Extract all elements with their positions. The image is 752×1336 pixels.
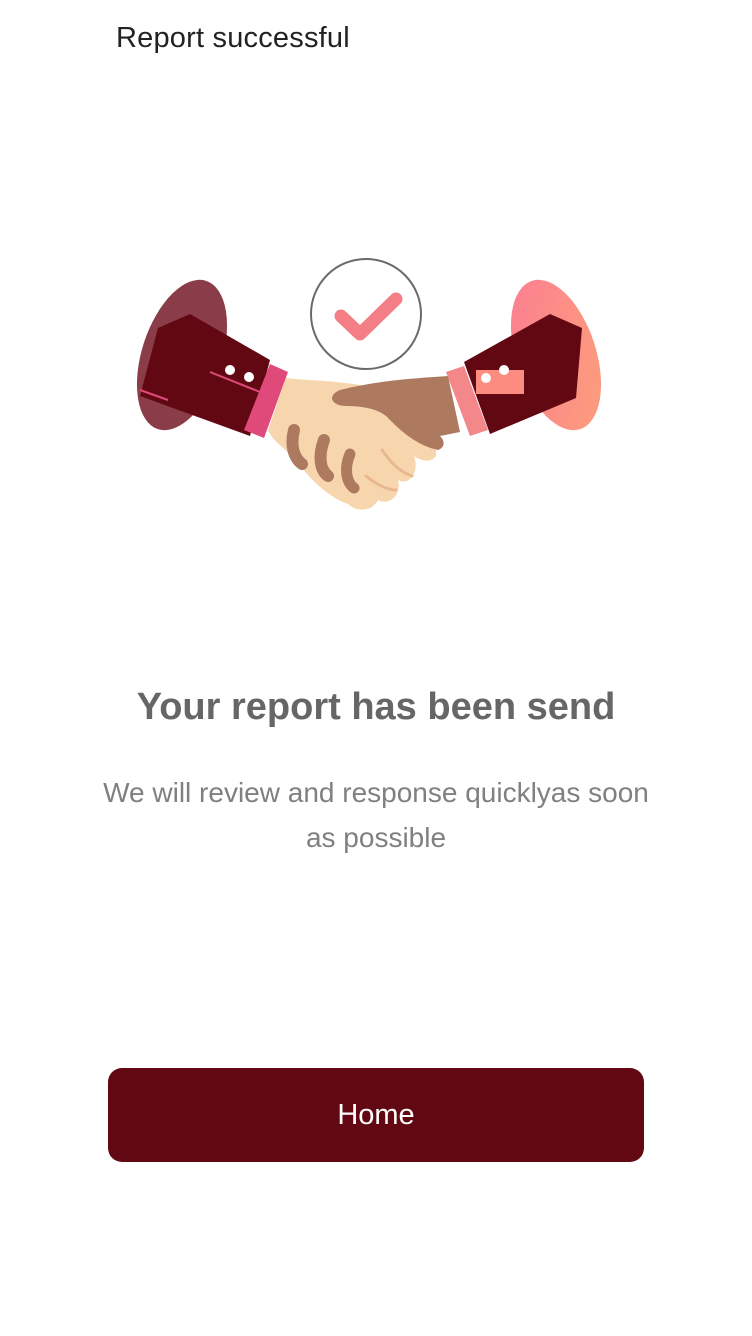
check-circle-icon <box>310 258 422 370</box>
success-heading: Your report has been send <box>136 686 616 728</box>
page-title: Report successful <box>116 22 350 54</box>
success-message: We will review and response quicklyas so… <box>103 777 649 853</box>
handshake-illustration <box>136 258 602 510</box>
home-button[interactable]: Home <box>108 1068 644 1162</box>
